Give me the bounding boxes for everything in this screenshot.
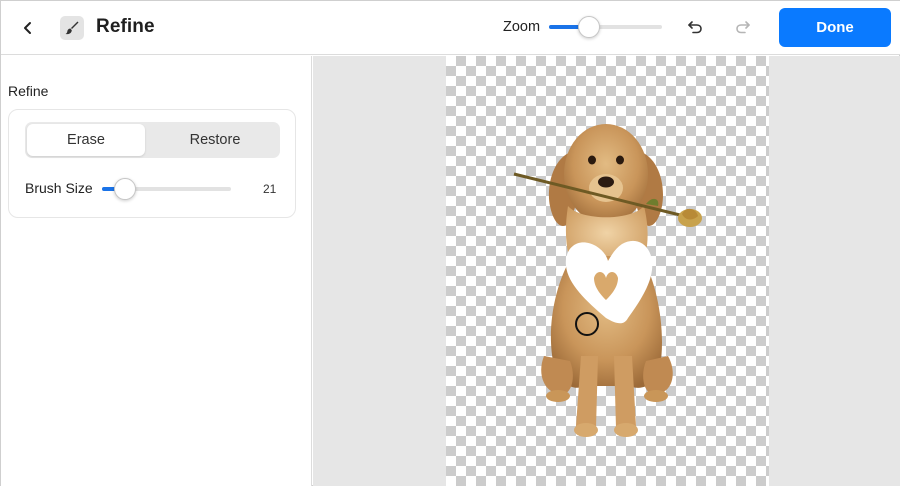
brush-size-label: Brush Size [25, 180, 93, 196]
chevron-left-icon [24, 22, 31, 34]
section-title: Refine [8, 83, 49, 99]
dog-cutout-image [513, 124, 702, 437]
image-canvas[interactable] [446, 56, 769, 486]
restore-mode-button[interactable]: Restore [152, 124, 278, 156]
undo-button[interactable] [684, 16, 706, 38]
done-button[interactable]: Done [779, 8, 891, 47]
zoom-slider-handle[interactable] [577, 16, 600, 38]
zoom-label: Zoom [503, 19, 541, 35]
back-button[interactable] [15, 15, 41, 41]
page-title: Refine [96, 16, 155, 37]
brush-size-value: 21 [263, 182, 277, 196]
brush-size-slider-handle[interactable] [114, 178, 137, 200]
redo-icon [736, 21, 750, 34]
editor-workspace [313, 56, 900, 486]
refine-options-card: Erase Restore Brush Size 21 [8, 109, 296, 218]
brush-cursor [575, 312, 599, 336]
top-bar: Refine Zoom Done [1, 1, 900, 55]
erase-mode-button[interactable]: Erase [27, 124, 145, 156]
brush-size-slider[interactable] [102, 178, 231, 200]
redo-button[interactable] [732, 16, 754, 38]
refine-panel: Refine Erase Restore Brush Size 21 [1, 56, 312, 486]
app-window: Refine Zoom Done Refine Erase Restore Br… [0, 0, 900, 486]
zoom-slider[interactable] [549, 16, 662, 38]
undo-icon [688, 21, 702, 34]
mode-toggle: Erase Restore [25, 122, 280, 158]
brush-icon [60, 16, 84, 40]
